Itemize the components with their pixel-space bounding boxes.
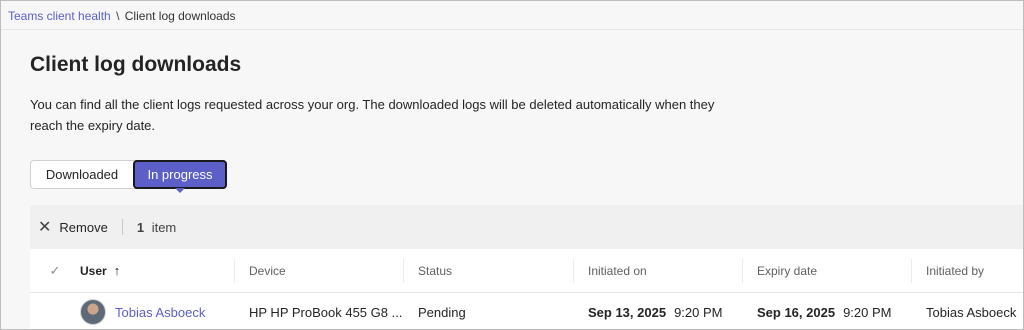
table-row[interactable]: Tobias Asboeck HP HP ProBook 455 G8 ... … xyxy=(30,293,1023,329)
item-count-word: item xyxy=(151,219,177,235)
cell-expiry-date: Sep 16, 2025 9:20 PM xyxy=(757,293,892,329)
view-toggle: Downloaded In progress xyxy=(30,160,227,193)
page-title: Client log downloads xyxy=(30,53,242,76)
sort-ascending-icon: ↑ xyxy=(113,263,121,278)
header-divider xyxy=(1,29,1023,30)
cell-initiated-on: Sep 13, 2025 9:20 PM xyxy=(588,293,723,329)
column-divider[interactable] xyxy=(911,259,912,283)
column-divider[interactable] xyxy=(573,259,574,283)
column-header-user[interactable]: User ↑ xyxy=(80,249,120,293)
command-divider xyxy=(121,219,123,235)
column-header-expiry-date[interactable]: Expiry date xyxy=(757,249,817,293)
column-header-initiated-on[interactable]: Initiated on xyxy=(588,249,647,293)
close-icon: ✕ xyxy=(38,219,52,236)
select-all-checkbox[interactable]: ✓ xyxy=(30,249,80,293)
avatar xyxy=(80,299,106,325)
user-link[interactable]: Tobias Asboeck xyxy=(115,305,205,320)
breadcrumb-current: Client log downloads xyxy=(124,9,236,23)
column-header-status[interactable]: Status xyxy=(418,249,452,293)
remove-button[interactable]: ✕ Remove xyxy=(38,217,108,237)
breadcrumb-parent-link[interactable]: Teams client health xyxy=(8,9,111,23)
column-divider[interactable] xyxy=(742,259,743,283)
command-bar: ✕ Remove 1 item xyxy=(30,205,1023,249)
column-header-device[interactable]: Device xyxy=(249,249,286,293)
table-header: ✓ User ↑ Device Status Initiated on Expi… xyxy=(30,249,1023,293)
cell-user: Tobias Asboeck xyxy=(80,293,205,329)
checkmark-icon: ✓ xyxy=(49,262,61,278)
expiry-time: 9:20 PM xyxy=(843,304,892,320)
breadcrumb-separator: \ xyxy=(116,9,120,23)
logs-table: ✓ User ↑ Device Status Initiated on Expi… xyxy=(30,249,1023,329)
tab-in-progress[interactable]: In progress xyxy=(133,160,227,193)
app-window: Teams client health \ Client log downloa… xyxy=(0,0,1024,330)
column-divider[interactable] xyxy=(403,259,404,283)
page-description: You can find all the client logs request… xyxy=(30,97,715,133)
expiry-date: Sep 16, 2025 xyxy=(757,304,836,320)
breadcrumb: Teams client health \ Client log downloa… xyxy=(8,9,236,23)
cell-status: Pending xyxy=(418,304,466,320)
initiated-date: Sep 13, 2025 xyxy=(588,304,667,320)
remove-label: Remove xyxy=(59,219,108,235)
tab-downloaded[interactable]: Downloaded xyxy=(31,161,133,188)
cell-device: HP HP ProBook 455 G8 ... xyxy=(249,304,403,320)
column-header-initiated-by[interactable]: Initiated by xyxy=(926,249,984,293)
cell-initiated-by: Tobias Asboeck xyxy=(926,304,1017,320)
selected-item-count: 1 item xyxy=(137,220,176,235)
column-divider[interactable] xyxy=(234,259,235,283)
column-header-user-label: User xyxy=(80,263,107,278)
item-count-number: 1 xyxy=(136,219,145,235)
initiated-time: 9:20 PM xyxy=(674,304,723,320)
